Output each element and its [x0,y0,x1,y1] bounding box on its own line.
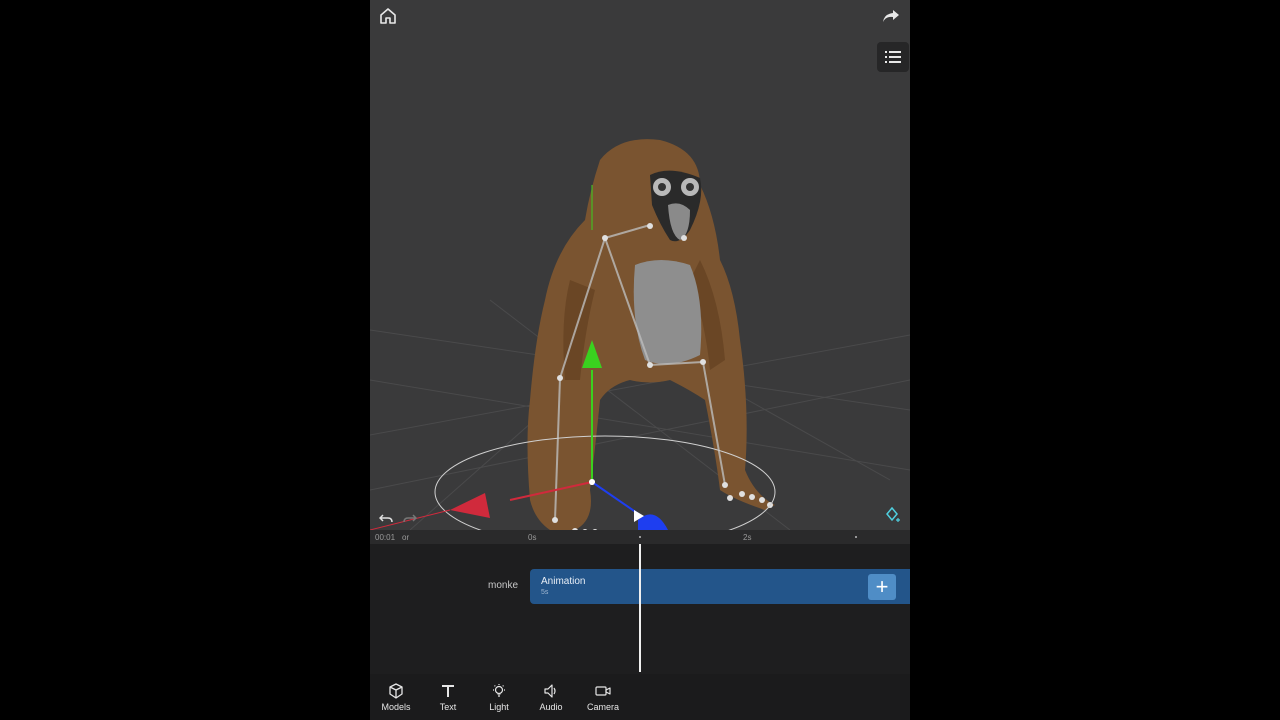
tool-label: Text [439,702,457,712]
bottom-toolbar: Models Text Light Audio Camera [370,674,910,720]
play-icon[interactable] [632,508,646,524]
text-icon [423,682,473,700]
tool-label: Light [489,702,509,712]
list-menu-icon[interactable] [877,42,909,72]
redo-icon[interactable] [402,512,418,526]
ruler-tick [855,536,857,538]
share-arrow-icon[interactable] [877,2,905,30]
animation-app: 00:01 or 0s 2s monke Animation 5s + Mode… [370,0,910,720]
add-clip-button[interactable]: + [868,574,896,600]
home-icon[interactable] [374,2,402,30]
tool-light[interactable]: Light [474,682,524,712]
ruler-tick [639,536,641,538]
clip-duration: 5s [541,589,549,596]
gorilla-model[interactable] [527,139,776,530]
tool-models[interactable]: Models [371,682,421,712]
3d-viewport[interactable] [370,0,910,530]
track-label: monke [488,580,519,591]
time-suffix: or [402,533,410,542]
tool-label: Audio [539,702,563,712]
cube-icon [371,682,421,700]
current-time: 00:01 [375,533,396,542]
scene-render [370,139,910,530]
tool-label: Models [381,702,411,712]
add-keyframe-icon[interactable] [884,506,902,524]
undo-icon[interactable] [378,512,394,526]
clip-title: Animation [541,576,586,587]
tool-label: Camera [586,702,619,712]
tool-text[interactable]: Text [423,682,473,712]
lightbulb-icon [474,682,524,700]
time-ruler[interactable]: 00:01 or 0s 2s [370,530,910,544]
animation-clip[interactable]: Animation 5s + [530,569,910,604]
ruler-mark-2s: 2s [743,533,752,542]
playhead[interactable] [639,544,641,672]
tool-audio[interactable]: Audio [526,682,576,712]
ruler-mark-0s: 0s [528,533,537,542]
tool-camera[interactable]: Camera [578,682,628,712]
speaker-icon [526,682,576,700]
camera-icon [578,682,628,700]
